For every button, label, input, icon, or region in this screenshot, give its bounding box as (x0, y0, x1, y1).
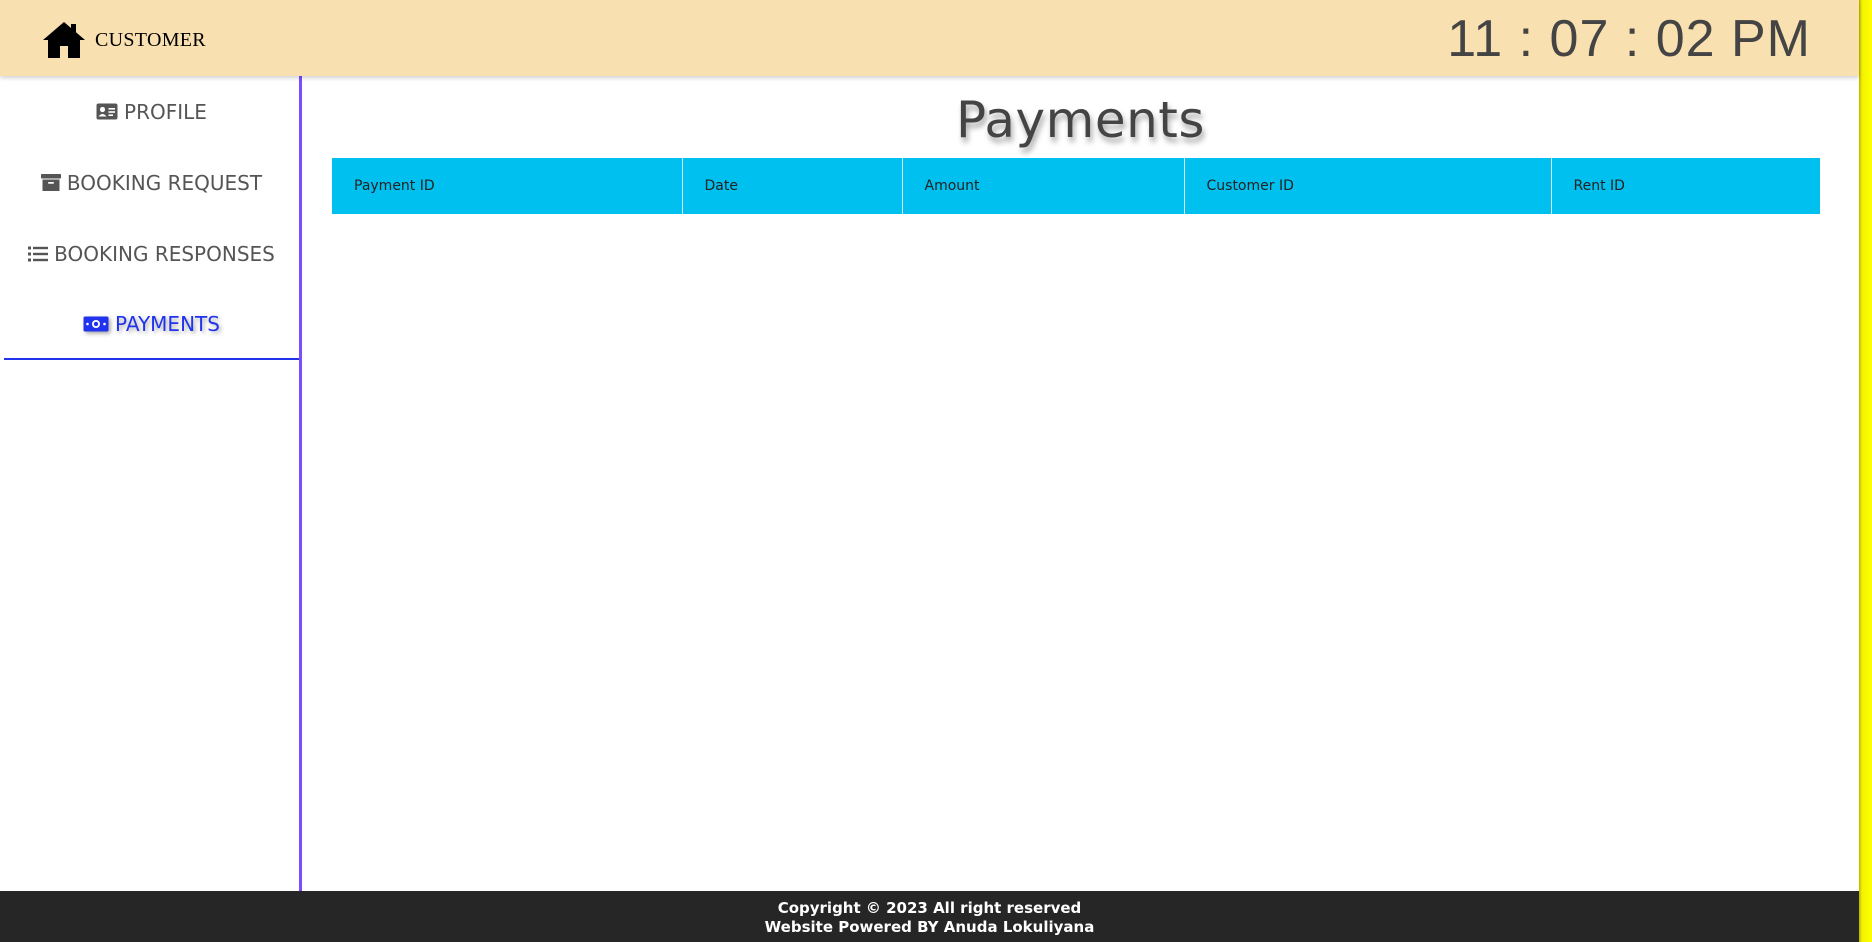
footer: Copyright © 2023 All right reserved Webs… (0, 891, 1859, 942)
sidebar-item-booking-request[interactable]: BOOKING REQUEST (4, 147, 299, 218)
brand[interactable]: CUSTOMER (41, 20, 206, 60)
sidebar-item-label: PROFILE (124, 99, 207, 124)
top-header: CUSTOMER 11 : 07 : 02 PM (0, 0, 1859, 76)
id-card-icon (96, 103, 118, 120)
home-icon (43, 22, 85, 58)
payments-table-container: Payment ID Date Amount Customer ID Rent … (332, 158, 1820, 214)
column-header-amount[interactable]: Amount (902, 158, 1185, 214)
column-header-rent-id[interactable]: Rent ID (1551, 158, 1820, 214)
column-header-customer-id[interactable]: Customer ID (1184, 158, 1552, 214)
clock: 11 : 07 : 02 PM (1447, 10, 1811, 68)
copyright-text: Copyright © 2023 All right reserved (777, 899, 1082, 917)
column-header-date[interactable]: Date (682, 158, 903, 214)
sidebar-item-label: BOOKING RESPONSES (54, 241, 275, 266)
right-edge-strip (1859, 0, 1872, 942)
page-title: Payments (956, 91, 1205, 149)
money-bill-icon (83, 316, 109, 332)
brand-label: CUSTOMER (95, 28, 206, 51)
table-header-row: Payment ID Date Amount Customer ID Rent … (332, 158, 1820, 214)
sidebar: PROFILE BOOKING REQUEST BOOKING RESPONSE… (0, 76, 302, 891)
sidebar-item-label: PAYMENTS (115, 311, 220, 336)
powered-by-text: Website Powered BY Anuda Lokuliyana (764, 918, 1095, 936)
archive-box-icon (40, 174, 61, 191)
sidebar-item-profile[interactable]: PROFILE (4, 76, 299, 147)
column-header-payment-id[interactable]: Payment ID (332, 158, 683, 214)
sidebar-item-payments[interactable]: PAYMENTS (4, 289, 299, 360)
sidebar-item-label: BOOKING REQUEST (66, 170, 263, 195)
sidebar-item-booking-responses[interactable]: BOOKING RESPONSES (4, 218, 299, 289)
payments-table: Payment ID Date Amount Customer ID Rent … (332, 158, 1820, 214)
list-icon (28, 246, 49, 262)
